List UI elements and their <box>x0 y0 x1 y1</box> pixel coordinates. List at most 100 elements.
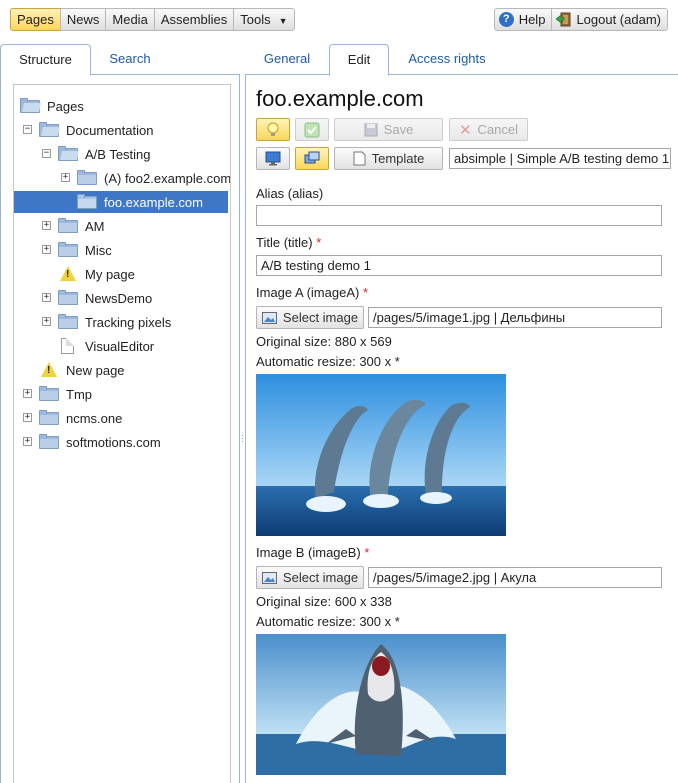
folder-icon <box>58 290 78 305</box>
nav-news[interactable]: News <box>59 8 107 31</box>
tree-node-visualeditor[interactable]: VisualEditor <box>14 335 230 357</box>
folder-icon <box>58 218 78 233</box>
collapse-icon[interactable]: − <box>42 149 51 158</box>
hint-button[interactable] <box>256 118 290 141</box>
folder-open-icon <box>58 146 79 161</box>
logout-button[interactable]: Logout (adam) <box>551 8 668 31</box>
tree-node-label: A/B Testing <box>85 146 151 162</box>
tab-search[interactable]: Search <box>95 44 165 75</box>
floppy-disk-icon <box>364 123 378 136</box>
panel-splitter-handle[interactable]: · · · <box>241 432 244 446</box>
tree-node-tracking-pixels[interactable]: + Tracking pixels <box>14 311 230 333</box>
nav-tools[interactable]: Tools ▼ <box>233 8 295 31</box>
user-nav: ? Help Logout (adam) <box>493 8 668 31</box>
template-button[interactable]: Template <box>334 147 443 170</box>
warning-icon <box>41 362 57 377</box>
layout-toggle-button[interactable] <box>295 147 329 170</box>
tree-node-label: AM <box>85 218 105 234</box>
title-input[interactable]: A/B testing demo 1 <box>256 255 662 276</box>
nav-pages[interactable]: Pages <box>10 8 61 31</box>
nav-media[interactable]: Media <box>105 8 155 31</box>
structure-panel: Pages − Documentation − A/B Testing + (A… <box>0 74 240 783</box>
logout-label: Logout (adam) <box>576 12 661 27</box>
checkmark-icon <box>304 122 320 137</box>
expand-icon[interactable]: + <box>42 317 51 326</box>
tab-edit[interactable]: Edit <box>329 44 389 76</box>
folder-open-icon <box>20 98 41 113</box>
cancel-label: Cancel <box>477 122 519 137</box>
tree-node-label: Pages <box>47 98 84 114</box>
tree-node-label: Tracking pixels <box>85 314 172 330</box>
tree-node-label: NewsDemo <box>85 290 153 306</box>
folder-open-icon <box>39 122 60 137</box>
image-b-label: Image B (imageB) * <box>256 545 369 560</box>
select-image-b-label: Select image <box>282 570 359 585</box>
tree-node-ncms-one[interactable]: + ncms.one <box>14 407 230 429</box>
select-image-b-button[interactable]: Select image <box>256 566 364 589</box>
tree-node-label: ncms.one <box>66 410 123 426</box>
tree-node-label: Tmp <box>66 386 92 402</box>
folder-icon <box>39 410 59 425</box>
tree-node-label: VisualEditor <box>85 338 155 354</box>
nav-assemblies[interactable]: Assemblies <box>153 8 235 31</box>
template-field[interactable]: absimple | Simple A/B testing demo 1 <box>449 148 671 169</box>
tree-node-ab-testing[interactable]: − A/B Testing <box>14 143 230 165</box>
tree-node-foo-selected[interactable]: foo.example.com <box>14 191 228 213</box>
shark-image <box>256 634 506 775</box>
image-b-original-size: Original size: 600 x 338 <box>256 594 392 609</box>
publish-button[interactable] <box>295 118 329 141</box>
help-icon: ? <box>498 12 514 27</box>
image-icon <box>261 311 277 324</box>
expand-icon[interactable]: + <box>23 437 32 446</box>
tree-node-tmp[interactable]: + Tmp <box>14 383 230 405</box>
tree-node-documentation[interactable]: − Documentation <box>14 119 230 141</box>
help-button[interactable]: ? Help <box>493 8 553 31</box>
right-tabbar: General Edit Access rights <box>245 44 678 76</box>
tree-node-my-page[interactable]: My page <box>14 263 230 285</box>
tree-node-softmotions[interactable]: + softmotions.com <box>14 431 230 453</box>
page-icon <box>61 338 74 354</box>
cancel-button[interactable]: ✕ Cancel <box>449 118 528 141</box>
expand-icon[interactable]: + <box>42 221 51 230</box>
left-tabbar: Structure Search <box>0 44 240 76</box>
close-icon: ✕ <box>458 121 472 139</box>
tree-node-misc[interactable]: + Misc <box>14 239 230 261</box>
select-image-a-button[interactable]: Select image <box>256 306 364 329</box>
image-icon <box>261 571 277 584</box>
expand-icon[interactable]: + <box>42 293 51 302</box>
image-a-path-field[interactable]: /pages/5/image1.jpg | Дельфины <box>368 307 662 328</box>
warning-icon <box>60 266 76 281</box>
select-image-a-label: Select image <box>282 310 359 325</box>
save-label: Save <box>383 122 414 137</box>
image-b-label-text: Image B (imageB) <box>256 545 361 560</box>
folder-icon <box>39 386 59 401</box>
expand-icon[interactable]: + <box>23 389 32 398</box>
collapse-icon[interactable]: − <box>23 125 32 134</box>
expand-icon[interactable]: + <box>23 413 32 422</box>
tab-access-rights[interactable]: Access rights <box>399 44 495 75</box>
tree-node-label: foo.example.com <box>104 194 203 210</box>
required-mark: * <box>364 545 370 560</box>
save-button[interactable]: Save <box>334 118 443 141</box>
folder-icon <box>39 434 59 449</box>
tree-node-am[interactable]: + AM <box>14 215 230 237</box>
preview-button[interactable] <box>256 147 290 170</box>
alias-input[interactable] <box>256 205 662 226</box>
tree-node-label: New page <box>66 362 125 378</box>
image-b-auto-resize: Automatic resize: 300 x * <box>256 614 400 629</box>
tab-structure[interactable]: Structure <box>0 44 91 76</box>
tree-node-pages[interactable]: Pages <box>14 95 230 117</box>
folder-icon <box>58 314 78 329</box>
expand-icon[interactable]: + <box>61 173 70 182</box>
tree-node-label: softmotions.com <box>66 434 161 450</box>
document-icon <box>353 151 366 166</box>
image-b-path-field[interactable]: /pages/5/image2.jpg | Акула <box>368 567 662 588</box>
tree-node-newsdemo[interactable]: + NewsDemo <box>14 287 230 309</box>
tree-node-label: Documentation <box>66 122 154 138</box>
tree-node-new-page[interactable]: New page <box>14 359 230 381</box>
expand-icon[interactable]: + <box>42 245 51 254</box>
tree-node-foo2[interactable]: + (A) foo2.example.com <box>14 167 230 189</box>
required-mark: * <box>316 235 322 250</box>
folder-icon <box>77 194 97 209</box>
tab-general[interactable]: General <box>255 44 319 75</box>
